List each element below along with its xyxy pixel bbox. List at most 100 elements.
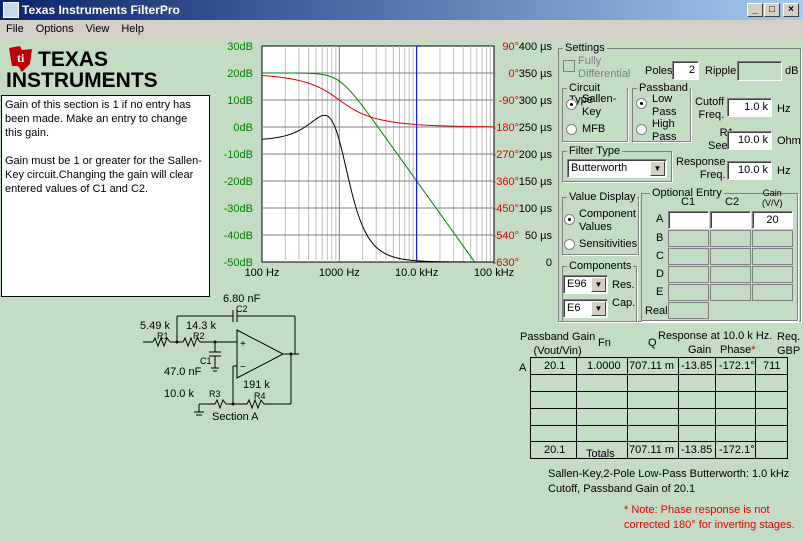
freq-tick-label: 100 Hz <box>245 267 280 279</box>
hdr-passband-gain: Passband Gain (Vout/Vin) <box>520 331 596 357</box>
sensitivities-radio[interactable] <box>564 239 575 250</box>
poles-input[interactable]: 2 <box>672 61 699 80</box>
optional-entry-cell[interactable] <box>668 284 709 301</box>
close-button[interactable]: × <box>783 3 799 17</box>
opt-col-c1: C1 <box>681 196 696 208</box>
opt-col-c2: C2 <box>725 196 740 208</box>
opt-row-d: D <box>656 268 664 280</box>
component-values-radio[interactable] <box>564 214 575 225</box>
freq-tick-label: 10.0 kHz <box>395 267 438 279</box>
component-values-label: Component Values <box>579 208 636 233</box>
res-q: 707.11 m <box>629 360 675 372</box>
mfb-label: MFB <box>582 123 606 135</box>
minimize-button[interactable]: _ <box>747 3 763 17</box>
r3-value: 10.0 k <box>164 388 194 400</box>
row-label-a: A <box>519 362 527 374</box>
resistor-series-select[interactable]: E96 ▼ <box>563 275 608 294</box>
menu-help[interactable]: Help <box>115 20 150 35</box>
components-caption: Components <box>567 260 634 272</box>
capacitor-series-value: E6 <box>567 302 581 314</box>
opt-a-c2-input[interactable] <box>710 211 751 229</box>
optional-entry-cell[interactable] <box>710 248 751 265</box>
tot-phase: -172.1° <box>719 444 755 456</box>
summary-text: Sallen-Key,2-Pole Low-Pass Butterworth: … <box>548 468 790 495</box>
optional-entry-cell[interactable] <box>668 302 709 319</box>
res-gain: -13.85 <box>681 360 713 372</box>
delay-tick-label: 150 µs <box>519 176 553 188</box>
phase-footnote: * Note: Phase response is not corrected … <box>624 504 795 531</box>
menu-options[interactable]: Options <box>30 20 80 35</box>
opt-a-c1-input[interactable] <box>668 211 709 229</box>
opt-a-gain-input[interactable]: 20 <box>752 211 793 229</box>
optional-entry-cell[interactable] <box>668 230 709 247</box>
phase-tick-label: -450° <box>493 203 519 215</box>
optional-entry-cell[interactable] <box>752 284 793 301</box>
opt-row-c: C <box>656 250 664 262</box>
fully-differential-checkbox[interactable] <box>563 60 575 72</box>
gain-tick-label: 10dB <box>227 95 253 107</box>
low-pass-radio[interactable] <box>636 98 647 109</box>
r4-name: R4 <box>254 391 266 401</box>
hdr-phase-star: * <box>751 344 756 356</box>
delay-tick-label: 0 <box>546 257 552 269</box>
chevron-down-icon[interactable]: ▼ <box>591 277 606 292</box>
maximize-button[interactable]: □ <box>764 3 780 17</box>
cutoff-label: Cutoff Freq. <box>695 96 725 121</box>
phase-tick-label: 90° <box>502 41 519 53</box>
gain-axis-labels: 30dB20dB10dB0dB-10dB-20dB-30dB-40dB-50dB <box>224 41 253 269</box>
hdr-req-gbp: Req. GBP <box>777 331 801 357</box>
response-freq-input[interactable]: 10.0 k <box>727 161 772 180</box>
freq-axis-labels: 100 Hz 1000 Hz 10.0 kHz 100 kHz <box>245 267 515 279</box>
optional-entry-cell[interactable] <box>752 248 793 265</box>
phase-tick-label: -90° <box>499 95 519 107</box>
gain-tick-label: 20dB <box>227 68 253 80</box>
cutoff-input[interactable]: 1.0 k <box>727 98 772 117</box>
hdr-response: Response at 10.0 k Hz. <box>658 330 773 342</box>
freq-tick-label: 100 kHz <box>474 267 514 279</box>
chevron-down-icon[interactable]: ▼ <box>650 161 665 176</box>
delay-tick-label: 300 µs <box>519 95 553 107</box>
filter-type-select[interactable]: Butterworth ▼ <box>567 159 667 178</box>
mfb-radio[interactable] <box>566 124 577 135</box>
tot-gain: -13.85 <box>681 444 713 456</box>
app-icon <box>3 2 19 18</box>
window-title: Texas Instruments FilterPro <box>22 3 180 17</box>
gain-tick-label: -10dB <box>224 149 253 161</box>
optional-entry-cell[interactable] <box>752 230 793 247</box>
c1-name: C1 <box>200 356 212 366</box>
seed-unit: Ohm <box>777 135 801 147</box>
hdr-phase: Phase* <box>720 344 755 356</box>
optional-entry-cell[interactable] <box>668 266 709 283</box>
opt-row-real: Real <box>645 305 668 317</box>
response-plot: 30dB20dB10dB0dB-10dB-20dB-30dB-40dB-50dB… <box>224 41 553 279</box>
gain-tick-label: 0dB <box>233 122 253 134</box>
poles-label: Poles <box>645 65 673 77</box>
optional-entry-cell[interactable] <box>752 266 793 283</box>
opt-row-b: B <box>656 232 664 244</box>
optional-entry-cell[interactable] <box>710 266 751 283</box>
tot-q: 707.11 m <box>629 444 675 456</box>
menu-view[interactable]: View <box>80 20 116 35</box>
optional-entry-cell[interactable] <box>668 248 709 265</box>
high-pass-radio[interactable] <box>636 124 647 135</box>
delay-tick-label: 250 µs <box>519 122 553 134</box>
seed-input[interactable]: 10.0 k <box>727 131 772 150</box>
c2-name: C2 <box>236 304 248 314</box>
phase-tick-label: -540° <box>493 230 519 242</box>
optional-entry-cell[interactable] <box>710 230 751 247</box>
chevron-down-icon[interactable]: ▼ <box>591 301 606 316</box>
menu-file[interactable]: File <box>0 20 30 35</box>
filter-type-value: Butterworth <box>571 162 628 174</box>
res-pgain: 20.1 <box>544 360 566 372</box>
gain-tick-label: -20dB <box>224 176 253 188</box>
ripple-label: Ripple <box>705 65 737 77</box>
delay-tick-label: 50 µs <box>525 230 553 242</box>
r2-name: R2 <box>193 331 205 341</box>
sallen-key-radio[interactable] <box>566 99 577 110</box>
opt-col-gain: Gain (V/V) <box>762 188 783 208</box>
ripple-input[interactable] <box>737 61 782 81</box>
optional-entry-cell[interactable] <box>710 284 751 301</box>
cutoff-unit: Hz <box>777 103 791 115</box>
capacitor-series-select[interactable]: E6 ▼ <box>563 299 608 318</box>
response-freq-unit: Hz <box>777 165 791 177</box>
